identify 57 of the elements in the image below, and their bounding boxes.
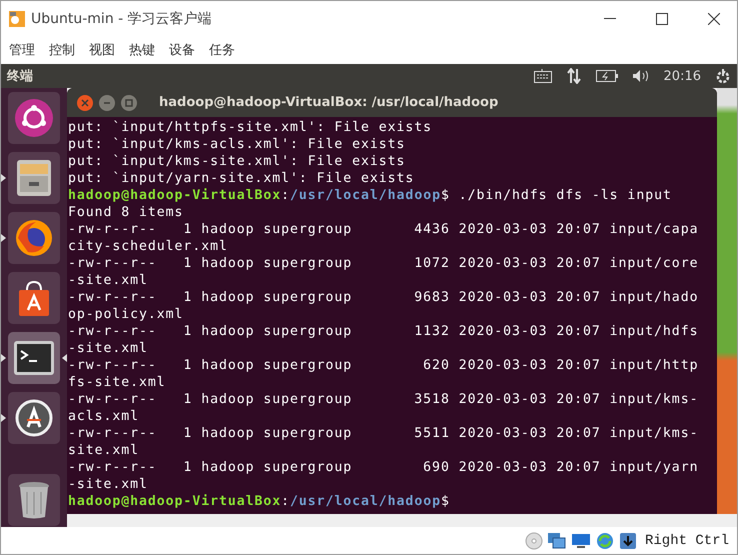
terminal-output-line: put: `input/kms-acls.xml': File exists — [68, 136, 406, 153]
panel-app-title: 终端 — [7, 68, 34, 85]
launcher-item[interactable] — [8, 92, 60, 144]
maximize-icon — [656, 12, 668, 24]
terminal-output-line: -rw-r--r-- 1 hadoop supergroup 620 2020-03-03 20:07 input/http — [68, 357, 700, 374]
menu-item[interactable]: 设备 — [169, 41, 195, 59]
trash-icon — [17, 480, 51, 520]
terminal-output-line: -rw-r--r-- 1 hadoop supergroup 4436 2020-03-03 20:07 input/capa — [68, 221, 700, 238]
battery-icon[interactable] — [596, 70, 618, 82]
terminal-output-line: put: `input/httpfs-site.xml': File exists — [68, 119, 434, 136]
terminal-icon — [13, 340, 55, 376]
terminal-output-line: -rw-r--r-- 1 hadoop supergroup 3518 2020-03-03 20:07 input/kms- — [68, 391, 700, 408]
terminal-output-line: -rw-r--r-- 1 hadoop supergroup 1072 2020-03-03 20:07 input/core — [68, 255, 700, 272]
terminal-output-line: -site.xml — [68, 476, 149, 493]
terminal-output-line: Found 8 items — [68, 204, 184, 221]
terminal-output-line: city-scheduler.xml — [68, 238, 229, 255]
terminal-prompt-line: hadoop@hadoop-VirtualBox:/usr/local/hadoop$ — [68, 493, 451, 510]
close-icon — [81, 98, 89, 106]
file-cabinet-icon — [15, 158, 53, 198]
terminal-output-line: -rw-r--r-- 1 hadoop supergroup 1132 2020-03-03 20:07 input/hdfs — [68, 323, 700, 340]
clock[interactable]: 20:16 — [664, 68, 701, 84]
close-button[interactable] — [77, 94, 93, 110]
menu-item[interactable]: 控制 — [49, 41, 75, 59]
terminal-output-line: put: `input/yarn-site.xml': File exists — [68, 170, 416, 187]
close-icon — [708, 12, 720, 24]
host-key-label: Right Ctrl — [644, 532, 729, 548]
terminal-prompt-line: hadoop@hadoop-VirtualBox:/usr/local/hadoop$ ./bin/hdfs dfs -ls input — [68, 187, 673, 204]
terminal-output-line: -rw-r--r-- 1 hadoop supergroup 690 2020-03-03 20:07 input/yarn — [68, 459, 700, 476]
terminal-output-line: put: `input/kms-site.xml': File exists — [68, 153, 406, 170]
speaker-icon[interactable] — [632, 69, 650, 83]
power-gear-icon[interactable] — [715, 68, 731, 84]
menu-item[interactable]: 视图 — [89, 41, 115, 59]
monitor-icon[interactable] — [570, 532, 591, 550]
window-title: Ubuntu-min - 学习云客户端 — [31, 10, 213, 28]
terminal-output-line: op-policy.xml — [68, 306, 184, 323]
terminal-output-line: -site.xml — [68, 340, 149, 357]
menu-item[interactable]: 任务 — [209, 41, 235, 59]
terminal-output-line: -site.xml — [68, 272, 149, 289]
launcher-item[interactable] — [8, 474, 60, 526]
network-computers-icon[interactable] — [546, 532, 567, 550]
terminal-output-line: site.xml — [68, 442, 140, 459]
network-arrows-icon[interactable] — [566, 68, 582, 84]
menu-item[interactable]: 热键 — [129, 41, 155, 59]
minimize-button[interactable] — [99, 94, 115, 110]
terminal-output-line: fs-site.xml — [68, 374, 167, 391]
menu-item[interactable]: 管理 — [9, 41, 35, 59]
minimize-icon — [604, 18, 616, 20]
terminal-output-line: -rw-r--r-- 1 hadoop supergroup 5511 2020-03-03 20:07 input/kms- — [68, 425, 700, 442]
terminal-output-line: -rw-r--r-- 1 hadoop supergroup 9683 2020-03-03 20:07 input/hado — [68, 289, 700, 306]
launcher-item[interactable] — [8, 272, 60, 324]
terminal-title: hadoop@hadoop-VirtualBox: /usr/local/hadoop — [159, 95, 498, 110]
firefox-icon — [14, 218, 54, 258]
maximize-icon — [125, 98, 133, 106]
terminal-output-line: acls.xml — [68, 408, 140, 425]
ubuntu-logo-icon — [14, 98, 54, 138]
keyboard-icon[interactable] — [534, 69, 552, 83]
app-icon — [9, 10, 25, 26]
